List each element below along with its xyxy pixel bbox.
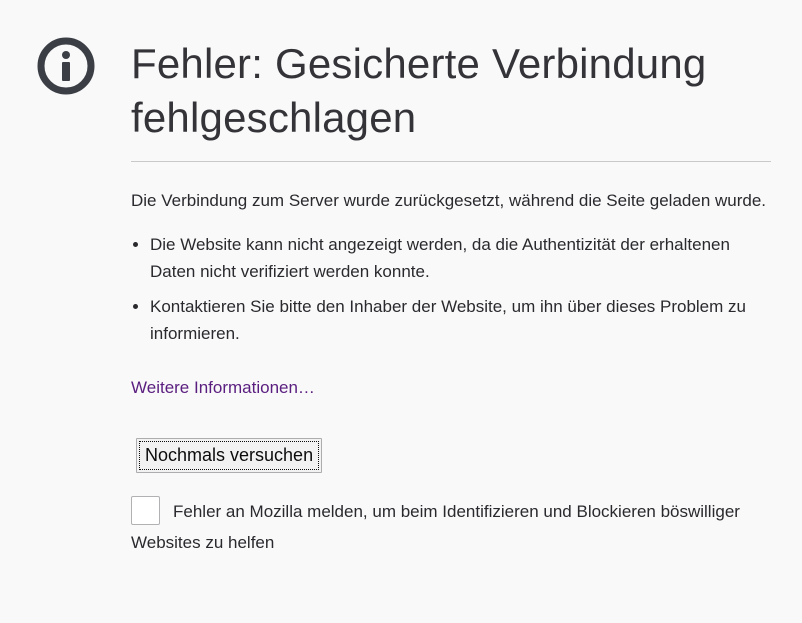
retry-button[interactable]: Nochmals versuchen	[136, 438, 323, 473]
error-page: Fehler: Gesicherte Verbindung fehlgeschl…	[0, 0, 802, 623]
title-divider	[131, 161, 771, 162]
report-checkbox[interactable]	[131, 496, 160, 525]
error-description: Die Verbindung zum Server wurde zurückge…	[131, 191, 767, 210]
report-section: Fehler an Mozilla melden, um beim Identi…	[131, 496, 771, 558]
reason-item: Kontaktieren Sie bitte den Inhaber der W…	[150, 293, 771, 347]
error-content: Fehler: Gesicherte Verbindung fehlgeschl…	[131, 37, 771, 558]
reason-list: Die Website kann nicht angezeigt werden,…	[131, 231, 771, 347]
page-title: Fehler: Gesicherte Verbindung fehlgeschl…	[131, 40, 707, 141]
info-icon	[37, 37, 95, 95]
learn-more-link[interactable]: Weitere Informationen…	[131, 374, 315, 401]
reason-item: Die Website kann nicht angezeigt werden,…	[150, 231, 771, 285]
report-label: Fehler an Mozilla melden, um beim Identi…	[131, 502, 740, 552]
